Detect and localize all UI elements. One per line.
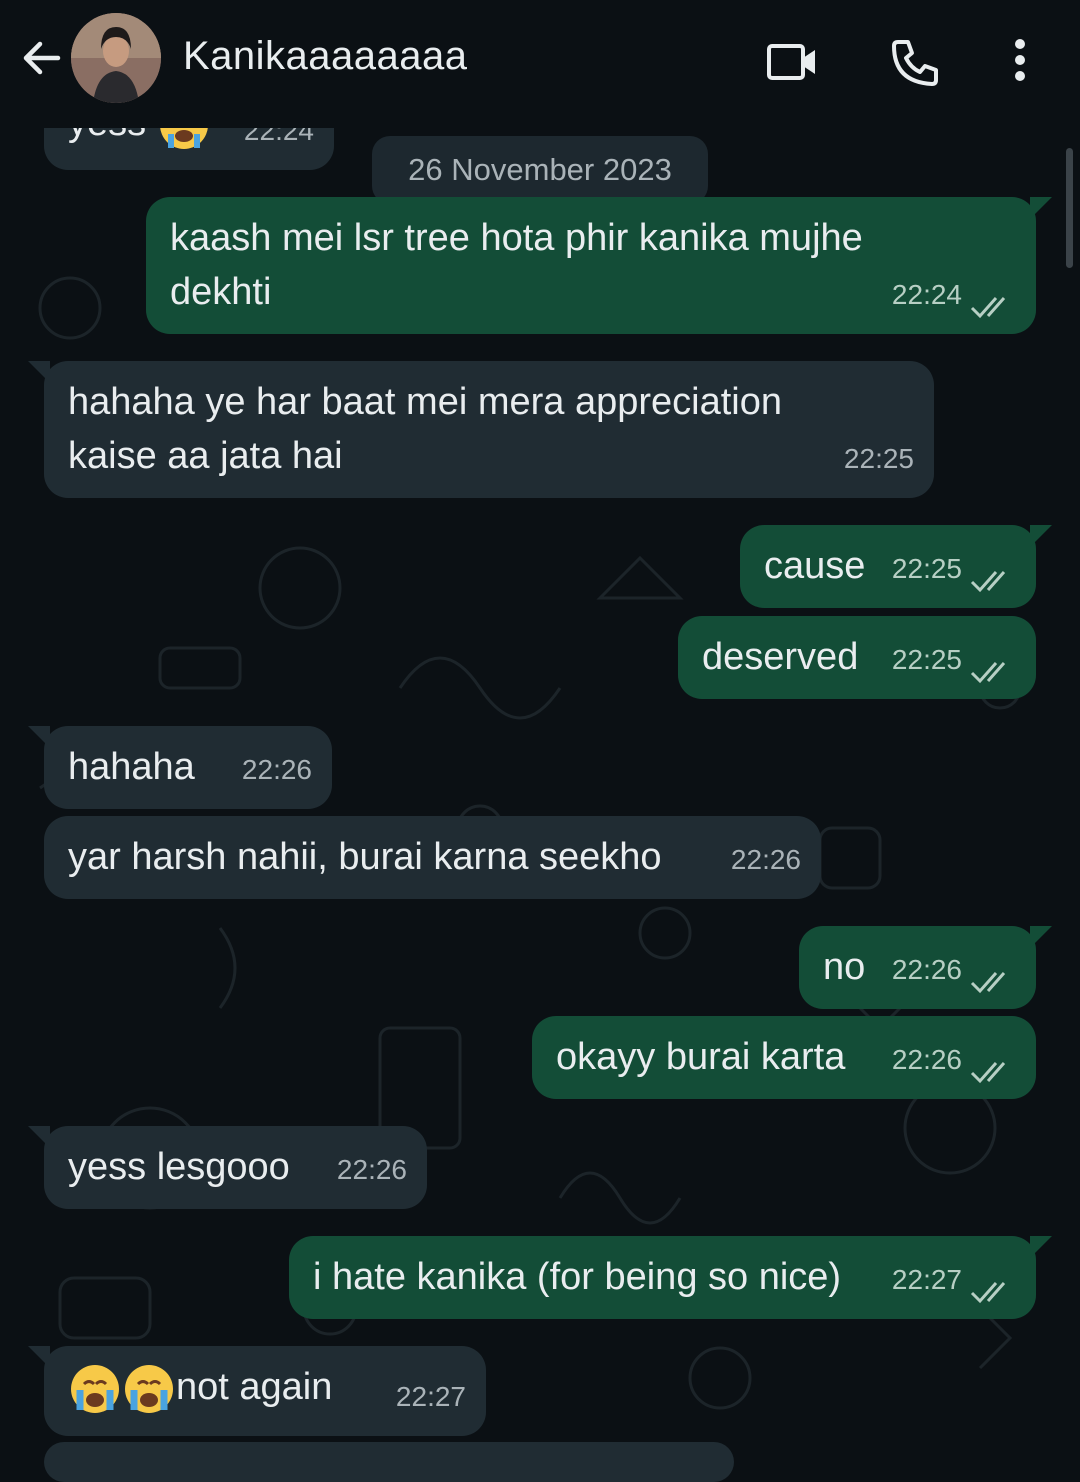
message-text: yar harsh nahii, burai karna seekho (68, 836, 662, 878)
message-time: 22:24 (891, 279, 962, 310)
message-time: 22:26 (891, 954, 962, 985)
message-time: 22:27 (395, 1381, 466, 1412)
message-text: no (823, 946, 866, 988)
double-check-icon (970, 1282, 1006, 1304)
date-chip: 26 November 2023 (372, 136, 708, 204)
double-check-icon (970, 297, 1006, 319)
message-time: 22:25 (891, 644, 962, 675)
message-text: not again (176, 1366, 333, 1408)
message-bubble-incoming[interactable] (44, 1442, 734, 1482)
arrow-left-icon[interactable] (18, 34, 66, 82)
phone-icon[interactable] (888, 34, 944, 90)
message-bubble-incoming[interactable]: yar harsh nahii, burai karna seekho 22:2… (44, 816, 821, 899)
contact-name[interactable]: Kanikaaaaaaaa (183, 34, 468, 79)
message-bubble-incoming[interactable]: yess lesgooo 22:26 (28, 1126, 427, 1209)
message-bubble-incoming[interactable]: not again 22:27 (28, 1346, 486, 1436)
double-check-icon (970, 662, 1006, 684)
message-text: cause (764, 545, 866, 587)
bubble-tail (28, 726, 50, 748)
message-bubble-outgoing[interactable]: deserved 22:25 (678, 616, 1036, 699)
bubble-tail (28, 1126, 50, 1148)
message-time: 22:26 (241, 754, 312, 785)
double-check-icon (970, 571, 1006, 593)
double-check-icon (970, 972, 1006, 994)
avatar[interactable] (71, 13, 161, 103)
bubble-tail (1030, 926, 1052, 948)
message-text: yess lesgooo (68, 1146, 290, 1188)
message-text: hahaha (68, 746, 195, 788)
message-bubble-incoming[interactable]: hahaha ye har baat mei mera appreciation… (28, 361, 934, 498)
message-text: hahaha ye har baat mei mera appreciation… (68, 381, 783, 477)
message-time: 22:25 (843, 443, 914, 474)
message-bubble-outgoing[interactable]: kaash mei lsr tree hota phir kanika mujh… (146, 197, 1052, 334)
video-call-icon[interactable] (765, 34, 821, 90)
crying-face-icon (68, 1362, 122, 1416)
scrollbar[interactable] (1066, 148, 1073, 268)
bubble-tail (28, 361, 50, 383)
double-check-icon (970, 1062, 1006, 1084)
message-time: 22:25 (891, 553, 962, 584)
message-text: deserved (702, 636, 859, 678)
message-bubble-incoming[interactable]: hahaha 22:26 (28, 726, 332, 809)
message-text: okayy burai karta (556, 1036, 846, 1078)
message-time: 22:26 (891, 1044, 962, 1075)
bubble-tail (1030, 197, 1052, 219)
message-time: 22:26 (336, 1154, 407, 1185)
message-text: i hate kanika (for being so nice) (313, 1256, 842, 1298)
bubble-tail (1030, 1236, 1052, 1258)
message-time: 22:27 (891, 1264, 962, 1295)
message-time: 22:26 (730, 844, 801, 875)
message-bubble-outgoing[interactable]: i hate kanika (for being so nice) 22:27 (289, 1236, 1052, 1319)
bubble-tail (1030, 525, 1052, 547)
message-bubble-outgoing[interactable]: no 22:26 (799, 926, 1052, 1009)
more-vertical-icon[interactable] (1000, 34, 1040, 90)
message-text: kaash mei lsr tree hota phir kanika mujh… (170, 217, 863, 313)
chat-header: Kanikaaaaaaaa (0, 0, 1080, 128)
message-bubble-outgoing[interactable]: okayy burai karta 22:26 (532, 1016, 1036, 1099)
bubble-tail (28, 1346, 50, 1368)
message-bubble-outgoing[interactable]: cause 22:25 (740, 525, 1052, 608)
crying-face-icon (122, 1362, 176, 1416)
